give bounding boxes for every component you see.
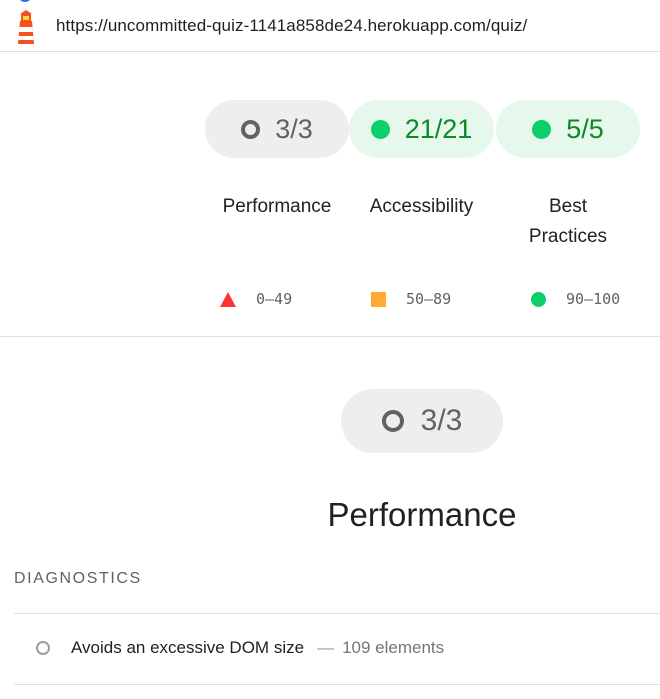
address-bar: https://uncommitted-quiz-1141a858de24.he… — [0, 0, 660, 52]
lighthouse-icon — [18, 10, 34, 44]
url-text[interactable]: https://uncommitted-quiz-1141a858de24.he… — [56, 16, 527, 36]
green-dot-icon — [370, 119, 390, 139]
performance-score: 3/3 — [275, 113, 313, 144]
best-practices-gauge[interactable]: 5/5 — [496, 100, 640, 158]
audit-display-value: 109 elements — [342, 638, 445, 657]
legend-fail: 0–49 — [220, 290, 292, 308]
performance-label[interactable]: Performance — [205, 192, 349, 222]
legend-average: 50–89 — [371, 290, 451, 308]
orange-square-icon — [371, 291, 386, 307]
performance-section-score: 3/3 — [420, 404, 463, 437]
accessibility-gauge[interactable]: 21/21 — [349, 100, 494, 158]
performance-section-gauge: 3/3 — [341, 389, 503, 453]
audit-separator: — — [317, 638, 335, 657]
best-practices-label[interactable]: Best Practices — [518, 192, 618, 252]
divider — [14, 613, 660, 614]
legend-range: 90–100 — [566, 290, 621, 308]
audit-title: Avoids an excessive DOM size — [71, 638, 305, 657]
red-triangle-icon — [220, 291, 236, 307]
legend-range: 0–49 — [256, 290, 293, 308]
audit-dom-size[interactable]: Avoids an excessive DOM size — 109 eleme… — [14, 632, 444, 664]
performance-gauge[interactable]: 3/3 — [205, 100, 349, 158]
ring-icon — [241, 119, 261, 139]
tab-indicator-icon — [18, 0, 32, 2]
diagnostics-header: DIAGNOSTICS — [14, 570, 142, 587]
green-dot-icon — [532, 119, 552, 139]
divider — [14, 684, 660, 685]
legend-range: 50–89 — [406, 290, 452, 308]
ring-icon — [381, 410, 404, 432]
legend-pass: 90–100 — [531, 290, 620, 308]
performance-section-title: Performance — [327, 496, 517, 533]
best-practices-score: 5/5 — [566, 113, 604, 144]
informative-circle-icon — [36, 641, 50, 655]
green-circle-icon — [531, 291, 546, 307]
section-divider — [0, 336, 660, 337]
accessibility-score: 21/21 — [404, 113, 473, 144]
accessibility-label[interactable]: Accessibility — [349, 192, 494, 222]
